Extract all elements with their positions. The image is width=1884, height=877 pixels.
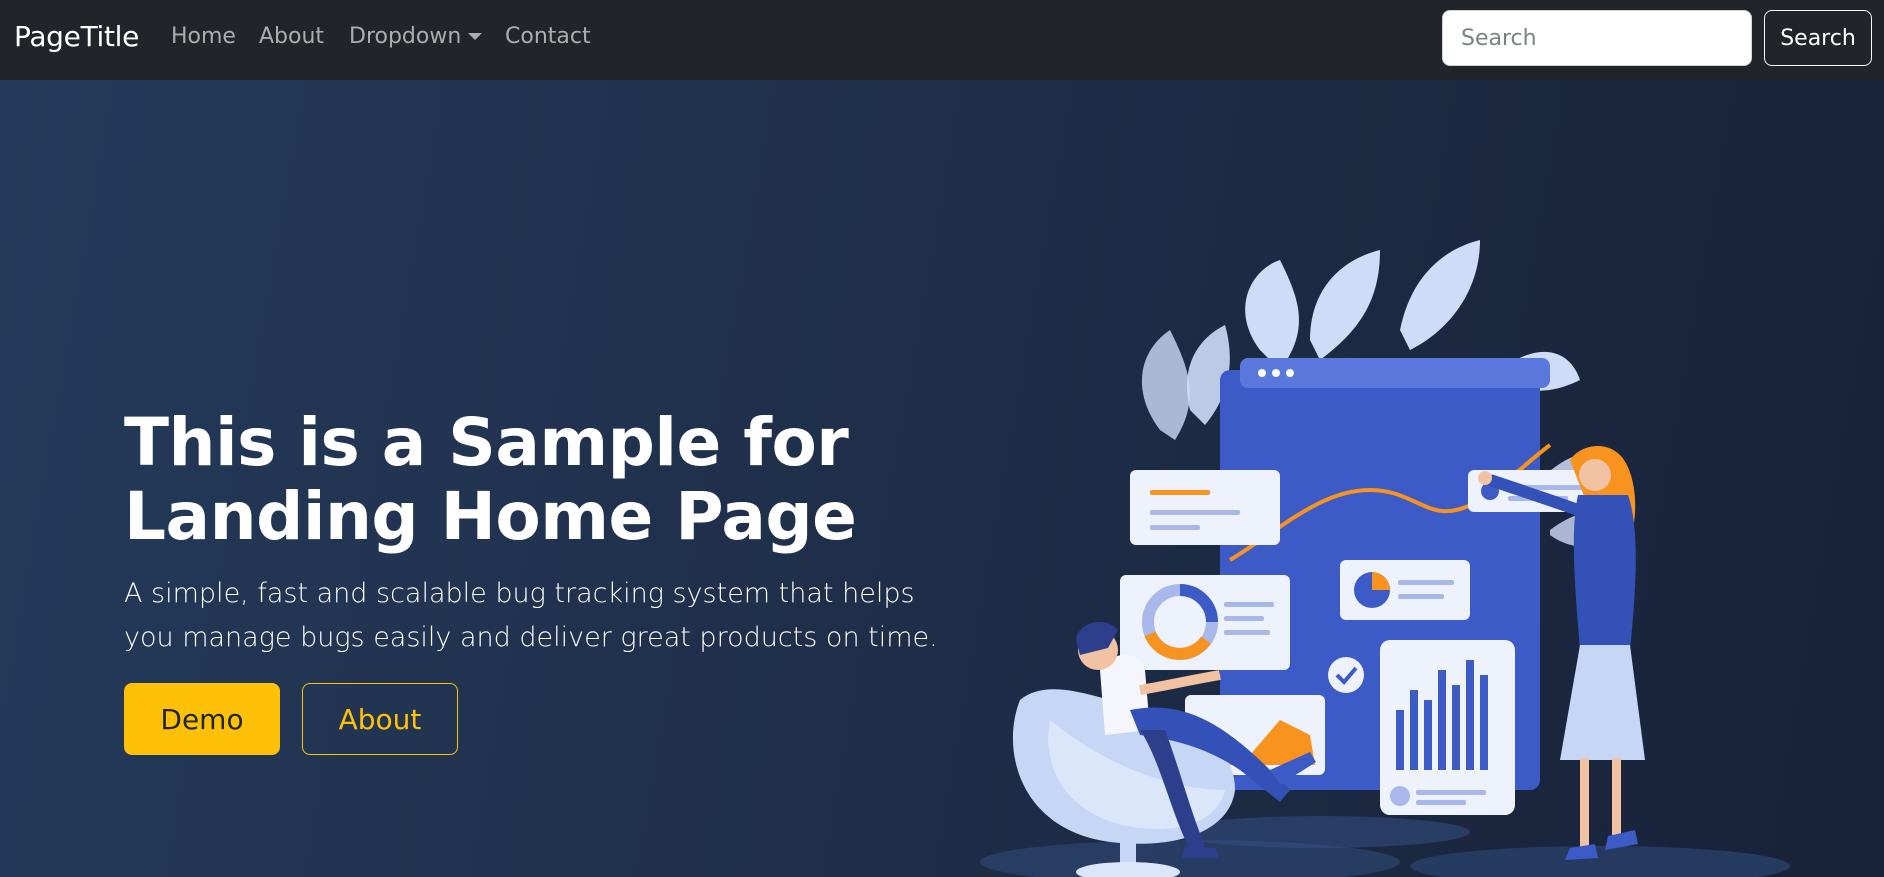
nav-link-home[interactable]: Home [171,24,236,49]
hero-section: This is a Sample for Landing Home Page A… [0,80,1884,877]
nav-dropdown-toggle[interactable]: Dropdown [349,24,483,49]
search-button[interactable]: Search [1764,10,1872,66]
nav-dropdown-label: Dropdown [349,24,462,49]
nav-link-contact[interactable]: Contact [505,24,591,49]
chevron-down-icon [468,33,483,40]
search-input[interactable] [1442,10,1752,66]
brand-link[interactable]: PageTitle [14,20,139,53]
analytics-dashboard-illustration [980,240,1790,877]
about-button[interactable]: About [302,683,458,755]
hero-title: This is a Sample for Landing Home Page [124,404,857,555]
nav-link-about[interactable]: About [259,24,324,49]
demo-button[interactable]: Demo [124,683,280,755]
hero-subtitle: A simple, fast and scalable bug tracking… [124,578,938,653]
navbar: PageTitle Home About Dropdown Contact Se… [0,0,1884,80]
